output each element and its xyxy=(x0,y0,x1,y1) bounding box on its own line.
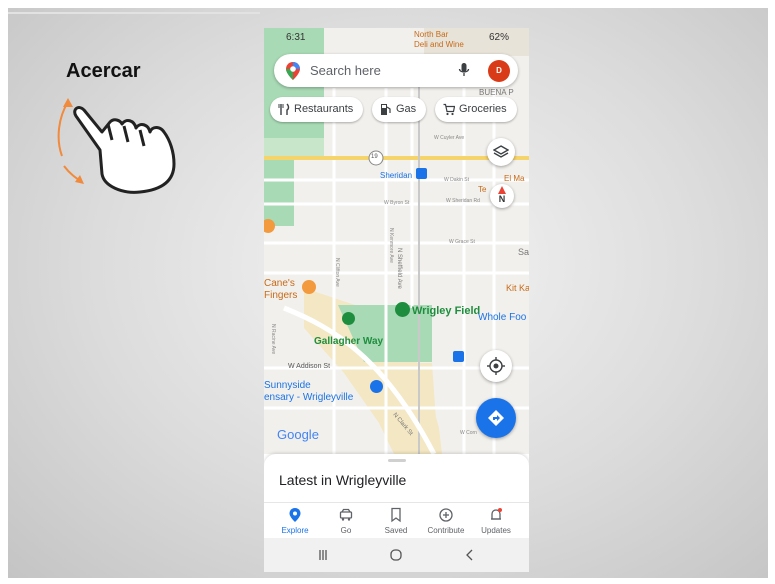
microphone-icon[interactable] xyxy=(458,62,470,78)
nav-label: Explore xyxy=(281,526,309,535)
phone-screen: North Bar Deli and Wine BUENA P W Cuyler… xyxy=(264,28,529,572)
compass-letter: N xyxy=(498,194,506,204)
map-label-w-cuyler: W Cuyler Ave xyxy=(434,135,465,141)
map-label-canes-1: Cane's xyxy=(264,278,295,289)
layers-button[interactable] xyxy=(487,138,515,166)
google-logo: Google xyxy=(277,427,319,442)
gesture-title: Acercar xyxy=(66,60,141,82)
transit-station-icon-2 xyxy=(453,351,464,362)
map-label-w-grace: W Grace St xyxy=(449,239,475,245)
nav-contribute[interactable]: Contribute xyxy=(421,503,471,539)
map-label-sheridan-station: Sheridan xyxy=(380,171,413,180)
fork-knife-icon xyxy=(278,103,290,115)
map-label-gallagher-way: Gallagher Way xyxy=(314,336,384,347)
explore-pin-icon xyxy=(289,508,301,522)
map-label-edge-sa: Sa xyxy=(518,247,529,257)
back-icon[interactable] xyxy=(463,548,477,562)
map-label-whole-foods: Whole Foo xyxy=(478,312,527,323)
map-label-north-bar: North Bar xyxy=(414,30,449,39)
restaurant-pin-icon xyxy=(302,280,316,294)
map-view[interactable]: North Bar Deli and Wine BUENA P W Cuyler… xyxy=(264,28,529,454)
car-icon xyxy=(339,508,353,521)
bottom-navigation: Explore Go Saved Contribute Updates xyxy=(264,502,529,538)
nav-go[interactable]: Go xyxy=(321,503,371,539)
map-label-w-addison: W Addison St xyxy=(288,363,331,370)
maps-pin-icon xyxy=(286,62,300,80)
map-label-w-cornelia: W Corn xyxy=(460,430,477,436)
map-label-n-racine: N Racine Ave xyxy=(270,324,276,355)
map-label-n-kenmore: N Kenmore Ave xyxy=(388,228,394,263)
status-time: 6:31 xyxy=(286,32,306,43)
map-label-edge-ma: El Ma xyxy=(504,174,525,183)
chip-label: Restaurants xyxy=(294,103,354,115)
map-label-deli: Deli and Wine xyxy=(414,40,464,49)
map-label-n-clifton: N Clifton Ave xyxy=(334,258,340,287)
map-label-w-byron: W Byron St xyxy=(384,200,410,206)
nav-explore[interactable]: Explore xyxy=(270,503,320,539)
compass-button[interactable]: N xyxy=(490,184,514,208)
map-label-route-19: 19 xyxy=(371,154,378,160)
search-bar[interactable]: Search here D xyxy=(274,54,518,87)
bookmark-icon xyxy=(391,507,401,523)
system-navigation-bar xyxy=(264,538,529,572)
stadium-pin-icon xyxy=(395,302,410,317)
gas-pump-icon xyxy=(381,104,391,115)
recent-apps-icon[interactable] xyxy=(316,548,330,562)
chip-gas[interactable]: Gas xyxy=(372,97,427,122)
my-location-button[interactable] xyxy=(480,350,512,382)
nav-saved[interactable]: Saved xyxy=(371,503,421,539)
sheet-title: Latest in Wrigleyville xyxy=(279,472,407,488)
cart-icon xyxy=(443,103,455,116)
pinch-hand-icon xyxy=(57,98,176,194)
nav-label: Updates xyxy=(481,526,511,535)
directions-icon xyxy=(488,410,504,426)
map-label-n-sheffield: N Sheffield Ave xyxy=(396,248,402,289)
directions-button[interactable] xyxy=(476,398,516,438)
park-pin-icon xyxy=(342,312,355,325)
home-icon[interactable] xyxy=(389,548,403,562)
shop-pin-icon xyxy=(370,380,383,393)
chip-label: Gas xyxy=(396,103,417,115)
nav-updates[interactable]: Updates xyxy=(471,503,521,539)
plus-circle-icon xyxy=(439,508,453,522)
chip-label: Groceries xyxy=(459,103,507,115)
map-label-canes-2: Fingers xyxy=(264,290,298,301)
map-label-sunnyside-1: Sunnyside xyxy=(264,380,311,391)
bell-icon xyxy=(491,508,502,520)
nav-label: Contribute xyxy=(427,526,465,535)
top-divider xyxy=(8,12,260,14)
search-input[interactable]: Search here xyxy=(310,63,381,78)
compass-icon xyxy=(498,186,506,194)
chip-restaurants[interactable]: Restaurants xyxy=(270,97,364,122)
status-battery: 62% xyxy=(488,32,509,43)
crosshair-icon xyxy=(487,357,505,375)
nav-label: Saved xyxy=(384,526,408,535)
map-label-edge-kit: Kit Ka xyxy=(506,283,529,293)
map-label-w-dakin: W Dakin St xyxy=(444,177,470,183)
map-label-buena-park: BUENA P xyxy=(479,88,514,97)
chip-groceries[interactable]: Groceries xyxy=(435,97,517,122)
map-label-w-sheridan-rd: W Sheridan Rd xyxy=(446,198,480,204)
map-label-edge-te: Te xyxy=(478,185,487,194)
avatar[interactable]: D xyxy=(488,60,510,82)
bottom-sheet[interactable]: Latest in Wrigleyville xyxy=(264,454,529,504)
map-label-wrigley-field: Wrigley Field xyxy=(412,305,481,317)
layers-icon xyxy=(493,145,509,158)
sheet-drag-handle[interactable] xyxy=(388,459,406,462)
nav-label: Go xyxy=(340,526,352,535)
map-label-sunnyside-2: ensary - Wrigleyville xyxy=(264,392,354,403)
transit-station-icon xyxy=(416,168,427,179)
